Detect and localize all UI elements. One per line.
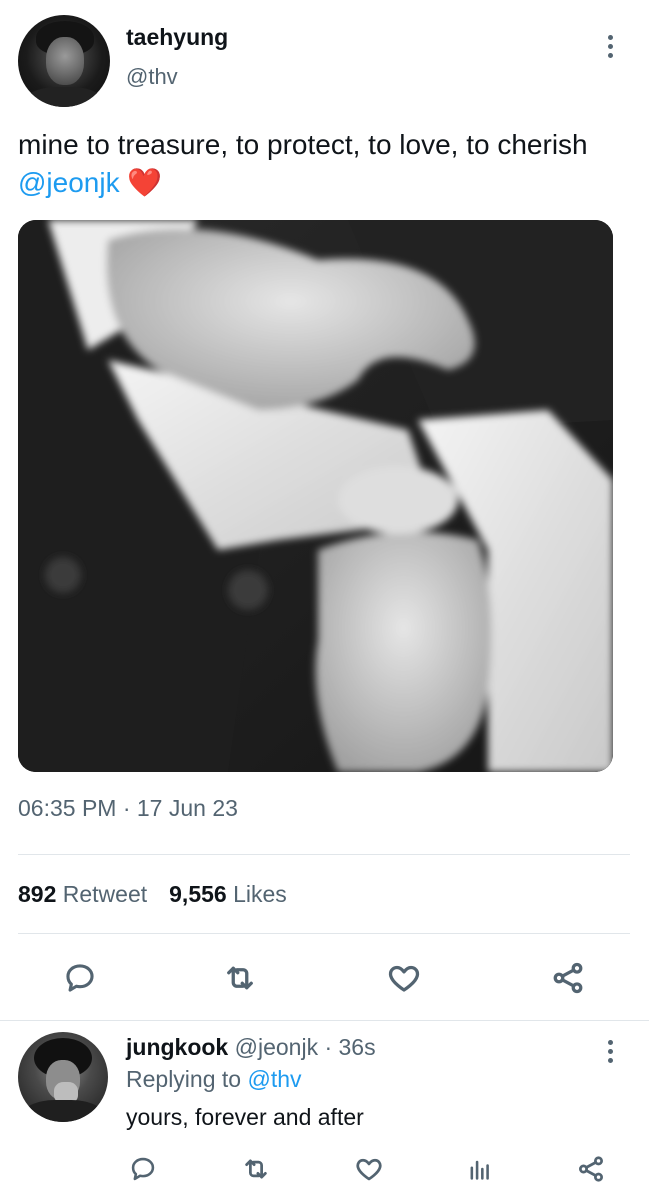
retweet-count[interactable]: 892 — [18, 881, 56, 907]
replying-to-label: Replying to — [126, 1066, 248, 1092]
reply-icon[interactable] — [126, 1154, 160, 1184]
red-heart-emoji: ❤️ — [127, 167, 163, 198]
divider — [0, 1020, 649, 1021]
tweet-body: mine to treasure, to protect, to love, t… — [18, 129, 588, 160]
retweet-label[interactable]: Retweet — [63, 881, 147, 907]
avatar-shoulders — [22, 1100, 104, 1122]
avatar-shoulders — [24, 87, 104, 107]
reply-author-avatar[interactable] — [18, 1032, 108, 1122]
media-photo — [18, 220, 613, 772]
retweet-icon[interactable] — [218, 956, 262, 1000]
reply-icon[interactable] — [58, 956, 102, 1000]
author-display-name[interactable]: taehyung — [126, 24, 228, 51]
reply-text: yours, forever and after — [126, 1104, 364, 1130]
mention-link[interactable]: @jeonjk — [18, 167, 120, 198]
reply-time: · 36s — [318, 1034, 376, 1060]
more-options-icon[interactable] — [605, 1040, 615, 1063]
like-label[interactable]: Likes — [233, 881, 287, 907]
heart-icon[interactable] — [382, 956, 426, 1000]
author-handle[interactable]: @thv — [126, 64, 178, 90]
heart-icon[interactable] — [352, 1154, 386, 1184]
replying-to: Replying to @thv — [126, 1066, 302, 1093]
reply-author-handle[interactable]: @jeonjk — [235, 1034, 318, 1060]
like-count[interactable]: 9,556 — [169, 881, 227, 907]
reply-author-name[interactable]: jungkook — [126, 1034, 228, 1060]
analytics-icon[interactable] — [463, 1154, 497, 1184]
share-icon[interactable] — [574, 1154, 608, 1184]
avatar-face — [46, 37, 84, 85]
more-options-icon[interactable] — [605, 35, 615, 58]
tweet-timestamp[interactable]: 06:35 PM · 17 Jun 23 — [18, 795, 238, 822]
tweet-media-image[interactable] — [18, 220, 613, 772]
reply-header: jungkook @jeonjk · 36s — [126, 1034, 376, 1061]
author-avatar[interactable] — [18, 15, 110, 107]
share-icon[interactable] — [546, 956, 590, 1000]
divider — [18, 933, 630, 934]
tweet-text: mine to treasure, to protect, to love, t… — [18, 126, 618, 202]
retweet-icon[interactable] — [239, 1154, 273, 1184]
tweet-stats: 892 Retweet 9,556 Likes — [18, 881, 287, 908]
divider — [18, 854, 630, 855]
replying-to-mention[interactable]: @thv — [247, 1066, 301, 1092]
